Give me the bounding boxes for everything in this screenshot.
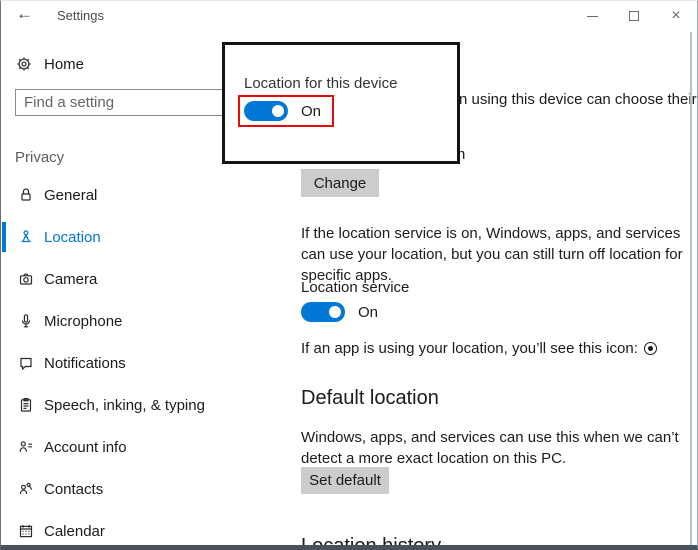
notifications-icon (20, 357, 32, 371)
location-history-heading: Location history (301, 535, 442, 550)
location-icon (21, 230, 31, 243)
location-for-device-toggle[interactable] (244, 101, 288, 121)
minimize-icon (586, 15, 598, 17)
location-service-toggle-row: On (301, 302, 378, 322)
default-location-paragraph: Windows, apps, and services can use this… (301, 429, 679, 467)
sidebar-item-notifications[interactable]: Notifications (1, 342, 291, 384)
sidebar-item-general[interactable]: General (1, 174, 291, 216)
set-default-button[interactable]: Set default (301, 467, 389, 494)
nav-label: Contacts (44, 480, 104, 498)
location-in-use-icon (643, 342, 657, 355)
location-for-device-state: On (301, 102, 322, 120)
nav-label: General (44, 186, 98, 204)
location-service-paragraph: If the location service is on, Windows, … (301, 225, 683, 284)
scrollbar[interactable] (690, 32, 692, 545)
location-service-state: On (358, 303, 379, 321)
back-button[interactable]: ← (16, 4, 33, 24)
nav-label: Account info (44, 438, 127, 456)
camera-icon (19, 273, 33, 285)
close-button[interactable]: × (655, 1, 697, 31)
sidebar-item-contacts[interactable]: Contacts (1, 468, 291, 510)
nav-label: Notifications (44, 354, 126, 372)
location-service-toggle[interactable] (301, 302, 345, 322)
red-highlight-box: On (238, 95, 334, 127)
titlebar: ← Settings × (1, 1, 697, 31)
contacts-icon (19, 482, 32, 495)
sidebar-item-home[interactable]: Home (16, 49, 84, 79)
window-controls: × (571, 1, 697, 31)
sidebar-item-calendar[interactable]: Calendar (1, 510, 291, 545)
nav-label: Camera (44, 270, 98, 288)
close-icon: × (671, 7, 681, 24)
maximize-button[interactable] (613, 1, 655, 31)
nav-label: Calendar (44, 522, 105, 540)
nav-label: Speech, inking, & typing (44, 396, 205, 414)
clipped-paragraph-fragment: n using this device can choose their (459, 91, 697, 108)
microphone-icon (21, 314, 31, 328)
popup-title: Location for this device (244, 75, 398, 92)
account-icon (19, 441, 32, 452)
gear-icon (17, 57, 31, 71)
maximize-icon (629, 11, 639, 21)
location-service-label: Location service (301, 279, 410, 296)
change-button[interactable]: Change (301, 169, 379, 197)
lock-icon (21, 188, 31, 201)
window-title: Settings (57, 8, 104, 23)
sidebar-item-speech[interactable]: Speech, inking, & typing (1, 384, 291, 426)
settings-window: ← Settings × Home Privacy General Locati… (0, 0, 698, 550)
location-in-use-line: If an app is using your location, you’ll… (301, 340, 657, 357)
nav-label: Microphone (44, 312, 123, 330)
minimize-button[interactable] (571, 1, 613, 31)
sidebar-item-microphone[interactable]: Microphone (1, 300, 291, 342)
clipboard-icon (20, 398, 32, 412)
sidebar-item-camera[interactable]: Camera (1, 258, 291, 300)
privacy-section-label: Privacy (15, 149, 65, 166)
sidebar-item-location[interactable]: Location (1, 216, 291, 258)
location-in-use-text: If an app is using your location, you’ll… (301, 340, 638, 357)
home-label: Home (44, 55, 85, 73)
sidebar-nav: General Location Camera Microphone Notif… (1, 174, 291, 545)
sidebar-item-account-info[interactable]: Account info (1, 426, 291, 468)
location-for-device-popup: Location for this device On (222, 42, 460, 164)
calendar-icon (19, 525, 33, 538)
nav-label: Location (44, 228, 101, 246)
default-location-heading: Default location (301, 387, 439, 409)
